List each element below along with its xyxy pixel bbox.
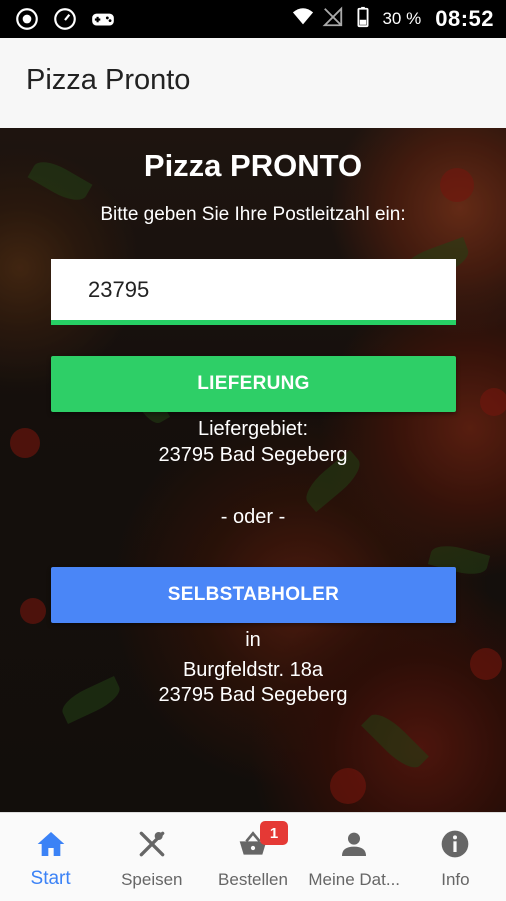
pickup-in-text: in (245, 629, 261, 651)
user-icon (342, 832, 367, 856)
delivery-area-value: 23795 Bad Segeberg (158, 444, 348, 466)
page-heading: Pizza PRONTO (143, 148, 363, 183)
delivery-button[interactable]: LIEFERUNG (51, 356, 456, 412)
zip-code-input[interactable] (51, 259, 456, 325)
delivery-area-label: Liefergebiet: (197, 418, 309, 440)
nav-speisen-label: Speisen (121, 870, 183, 889)
app-bar: Pizza Pronto (0, 38, 506, 129)
info-icon (442, 830, 469, 858)
bottom-navigation: Start Speisen 1 Bestellen Meine Dat... I… (0, 812, 506, 901)
gamepad-icon (90, 6, 116, 37)
no-signal-icon (322, 6, 344, 33)
or-separator: - oder - (220, 506, 286, 528)
main-content: Pizza PRONTO Bitte geben Sie Ihre Postle… (0, 128, 506, 812)
wifi-icon (292, 6, 314, 33)
nav-bestellen[interactable]: 1 Bestellen (202, 813, 303, 901)
clock: 08:52 (435, 6, 494, 31)
notification-app-icon (14, 6, 40, 37)
app-title: Pizza Pronto (26, 64, 191, 96)
nav-speisen[interactable]: Speisen (101, 813, 202, 901)
nav-meine-daten[interactable]: Meine Dat... (304, 813, 405, 901)
pickup-button[interactable]: SELBSTABHOLER (51, 567, 456, 623)
speedometer-icon (52, 6, 78, 37)
battery-icon (352, 6, 374, 33)
cart-count-badge: 1 (260, 821, 289, 845)
nav-start[interactable]: Start (0, 813, 101, 901)
nav-info[interactable]: Info (405, 813, 506, 901)
nav-meine-daten-label: Meine Dat... (308, 870, 401, 889)
pickup-street: Burgfeldstr. 18a (182, 659, 324, 681)
home-icon (37, 832, 64, 856)
nav-start-label: Start (30, 868, 71, 889)
pickup-city: 23795 Bad Segeberg (158, 684, 348, 706)
nav-info-label: Info (441, 870, 470, 889)
battery-percent: 30 % (382, 9, 422, 28)
zip-prompt: Bitte geben Sie Ihre Postleitzahl ein: (100, 204, 406, 225)
utensils-icon (139, 831, 165, 857)
status-bar: 30 % 08:52 (0, 0, 506, 38)
nav-bestellen-label: Bestellen (218, 870, 288, 889)
